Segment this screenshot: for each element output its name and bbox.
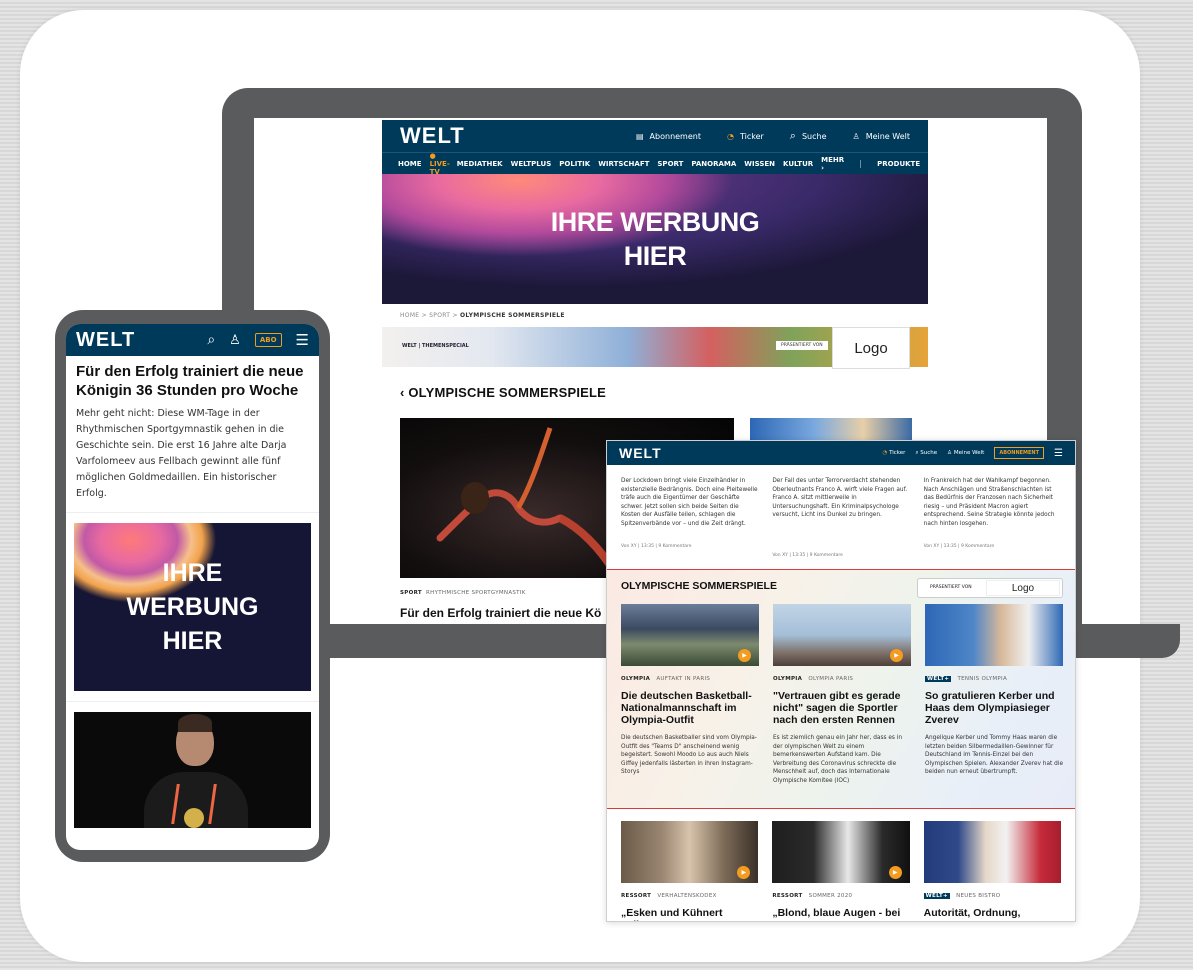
- presented-by-label: PRÄSENTIERT VON: [776, 341, 828, 350]
- article-card[interactable]: Der Lockdown bringt viele Einzelhändler …: [621, 477, 758, 558]
- presented-by-label: PRÄSENTIERT VON: [930, 585, 972, 590]
- search-icon: ⌕: [789, 129, 796, 142]
- phone-screen: WELT ⌕ ♙ ABO ☰ Für den Erfolg trainiert …: [66, 324, 319, 850]
- section-title[interactable]: ‹ OLYMPISCHE SOMMERSPIELE: [382, 385, 928, 400]
- olympia-title[interactable]: OLYMPISCHE SOMMERSPIELE: [621, 580, 777, 592]
- man-portrait-photo: ▶: [621, 821, 759, 883]
- article-tags: SPORT RHYTHMISCHE SPORTGYMNASTIK: [400, 590, 526, 596]
- football-player-photo: ▶: [772, 821, 910, 883]
- olympia-section: OLYMPISCHE SOMMERSPIELE PRÄSENTIERT VON …: [607, 569, 1075, 809]
- sponsor-logo-tablet: Logo: [986, 580, 1060, 596]
- nav-mediathek[interactable]: MEDIATHEK: [457, 160, 503, 168]
- welt-logo[interactable]: WELT: [76, 329, 193, 352]
- menu-icon[interactable]: ☰: [1054, 448, 1063, 459]
- welt-logo[interactable]: WELT: [400, 123, 610, 149]
- bottom-article[interactable]: ▶ RESSORT SOMMER 2020 „Blond, blaue Auge…: [772, 821, 910, 921]
- nav-sport[interactable]: SPORT: [657, 160, 683, 168]
- ad-text: IHRE WERBUNG HIER: [550, 207, 760, 271]
- nav-politik[interactable]: POLITIK: [559, 160, 590, 168]
- search-icon[interactable]: ⌕: [207, 332, 215, 348]
- search-link[interactable]: ⌕ Suche: [790, 129, 827, 143]
- main-navigation: HOME ● LIVE-TV MEDIATHEK WELTPLUS POLITI…: [382, 152, 928, 176]
- abo-button[interactable]: ABO: [254, 333, 282, 347]
- desktop-header: WELT ▤ Abonnement ◔ Ticker ⌕ Suche ♙ Meine W…: [382, 120, 928, 152]
- play-icon[interactable]: ▶: [737, 866, 751, 879]
- ticker-icon: ◔: [882, 450, 888, 456]
- tablet-header: WELT ◔ Ticker ⌕ Suche ♙ Meine Welt ABONN…: [607, 441, 1075, 465]
- search-link[interactable]: ⌕ Suche: [915, 450, 937, 457]
- ticker-icon: ◔: [726, 131, 734, 141]
- themespecial-label: WELT | THEMENSPECIAL: [402, 343, 469, 349]
- bottom-article[interactable]: WELT+ NEUES BISTRO Autorität, Ordnung,: [923, 821, 1061, 921]
- macron-photo: [923, 821, 1061, 883]
- breadcrumb: HOME > SPORT > OLYMPISCHE SOMMERSPIELE: [400, 312, 565, 319]
- play-icon[interactable]: ▶: [738, 649, 751, 662]
- gymnast-portrait[interactable]: [74, 712, 311, 828]
- meine-welt-link[interactable]: ♙ Meine Welt: [947, 450, 984, 456]
- presented-by-box: PRÄSENTIERT VON Logo: [917, 578, 1063, 598]
- olympia-article[interactable]: WELT+ TENNIS OLYMPIA So gratulieren Kerb…: [925, 604, 1063, 785]
- phone-teaser: Mehr geht nicht: Diese WM-Tage in der Rh…: [76, 408, 287, 499]
- newspaper-icon: ▤: [635, 131, 644, 141]
- article-card[interactable]: In Frankreich hat der Wahlkampf begonnen…: [924, 477, 1061, 558]
- nav-panorama[interactable]: PANORAMA: [691, 160, 736, 168]
- zverev-photo: [925, 604, 1063, 666]
- ad-banner-wide[interactable]: IHRE WERBUNG HIER: [382, 174, 928, 304]
- ad-text: IHRE WERBUNG HIER: [126, 559, 259, 655]
- breadcrumb-current: OLYMPISCHE SOMMERSPIELE: [459, 312, 565, 319]
- user-icon: ♙: [852, 131, 860, 141]
- nav-mehr[interactable]: MEHR ›: [821, 156, 844, 172]
- phone-headline[interactable]: Für den Erfolg trainiert die neue Königi…: [66, 356, 319, 400]
- search-icon: ⌕: [915, 449, 919, 456]
- nav-wirtschaft[interactable]: WIRTSCHAFT: [598, 160, 649, 168]
- nav-kultur[interactable]: KULTUR: [783, 160, 813, 168]
- tablet-website: WELT ◔ Ticker ⌕ Suche ♙ Meine Welt ABONN…: [606, 440, 1076, 922]
- bottom-article[interactable]: ▶ RESSORT VERHALTENSKODEX „Esken und Küh…: [621, 821, 759, 921]
- nav-live-tv[interactable]: ● LIVE-TV: [430, 152, 450, 176]
- user-icon[interactable]: ♙: [229, 333, 241, 348]
- play-icon[interactable]: ▶: [890, 649, 903, 662]
- ticker-link[interactable]: ◔ Ticker: [883, 450, 906, 456]
- meine-welt-link[interactable]: ♙ Meine Welt: [853, 132, 910, 141]
- top-articles: Der Lockdown bringt viele Einzelhändler …: [607, 477, 1075, 558]
- olympia-article[interactable]: ▶ OLYMPIA OLYMPIA PARIS "Vertrauen gibt …: [773, 604, 911, 785]
- play-icon[interactable]: ▶: [888, 866, 902, 879]
- breadcrumb-home[interactable]: HOME: [400, 312, 419, 319]
- hurdles-photo: ▶: [773, 604, 911, 666]
- menu-icon[interactable]: ☰: [296, 331, 309, 349]
- nav-home[interactable]: HOME: [398, 160, 422, 168]
- phone-header: WELT ⌕ ♙ ABO ☰: [66, 324, 319, 356]
- user-icon: ♙: [947, 450, 953, 456]
- nav-produkte[interactable]: PRODUKTE: [860, 159, 920, 168]
- desktop-headline[interactable]: Für den Erfolg trainiert die neue Kö: [400, 607, 601, 619]
- nav-wissen[interactable]: WISSEN: [744, 160, 775, 168]
- sponsor-logo-desktop: Logo: [832, 327, 910, 369]
- breadcrumb-sport[interactable]: SPORT: [429, 312, 450, 319]
- basketball-team-photo: ▶: [621, 604, 759, 666]
- nav-weltplus[interactable]: WELTPLUS: [511, 160, 552, 168]
- olympia-article[interactable]: ▶ OLYMPIA AUFTAKT IN PARIS Die deutschen…: [621, 604, 759, 785]
- article-card[interactable]: Der Fall des unter Terrorverdacht stehen…: [772, 477, 909, 558]
- abonnement-link[interactable]: ▤ Abonnement: [636, 132, 701, 141]
- ticker-link[interactable]: ◔ Ticker: [727, 132, 764, 141]
- ad-banner-square[interactable]: IHRE WERBUNG HIER: [74, 523, 311, 691]
- welt-logo[interactable]: WELT: [619, 445, 873, 461]
- abonnement-button[interactable]: ABONNEMENT: [994, 447, 1045, 459]
